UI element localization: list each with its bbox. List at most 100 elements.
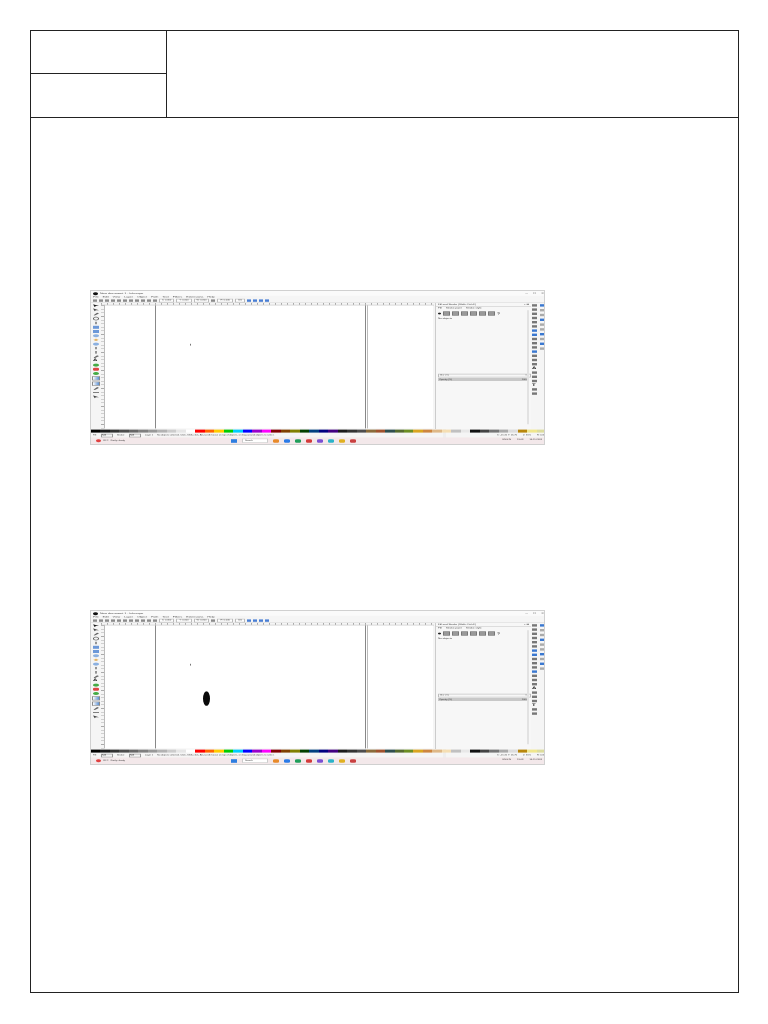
palette-swatch[interactable] [233, 429, 243, 433]
palette-swatch[interactable] [204, 429, 215, 433]
palette-swatch[interactable] [460, 429, 471, 433]
palette-swatch[interactable] [432, 749, 442, 753]
palette-swatch[interactable] [271, 749, 281, 753]
text-icon[interactable]: T [532, 703, 537, 707]
rotation-field[interactable]: R: 0.00° [537, 754, 544, 756]
palette-swatch[interactable] [185, 429, 196, 433]
snap-nodes-icon[interactable] [539, 638, 544, 641]
palette-swatch[interactable] [441, 749, 452, 753]
taskbar-app-icon[interactable] [295, 438, 301, 443]
move-patterns-icon[interactable] [265, 299, 270, 302]
palette-swatch[interactable] [128, 749, 139, 753]
ungroup-icon[interactable] [532, 375, 537, 378]
palette-swatch[interactable] [109, 429, 120, 433]
pattern-icon[interactable] [479, 631, 486, 636]
palette-swatch[interactable] [517, 749, 528, 753]
spiral-tool-icon[interactable] [93, 342, 99, 346]
new-document-icon[interactable] [532, 304, 537, 307]
paint-bucket-tool-icon[interactable] [93, 372, 99, 375]
linear-gradient-icon[interactable] [452, 631, 459, 636]
new-document-icon[interactable] [532, 624, 537, 627]
height-field[interactable]: H: 0.000 [217, 618, 233, 623]
paste-icon[interactable] [532, 346, 537, 349]
opacity-field[interactable]: Opacity (%) 100.0 [438, 378, 529, 381]
lower-to-bottom-icon[interactable] [153, 299, 157, 302]
snap-bbox-icon[interactable] [539, 629, 544, 632]
rotate-ccw-icon[interactable] [111, 299, 115, 302]
palette-swatch[interactable] [147, 749, 158, 753]
opacity-field[interactable]: Opacity (%) 100.0 [438, 698, 529, 701]
palette-swatch[interactable] [271, 429, 281, 433]
unit-select[interactable]: mm [234, 298, 246, 303]
snap-edges-icon[interactable] [539, 633, 544, 637]
3d-box-tool-icon[interactable] [93, 650, 99, 653]
lpe-tool-icon[interactable] [93, 715, 99, 719]
palette-swatch[interactable] [422, 429, 433, 433]
drawing-canvas[interactable] [105, 305, 446, 443]
taskbar-app-icon[interactable] [284, 438, 290, 443]
y-field[interactable]: Y: 0.000 [176, 298, 192, 303]
snap-toggle-icon[interactable] [539, 624, 544, 627]
pencil-tool-icon[interactable] [95, 346, 97, 350]
eraser-tool-icon[interactable] [93, 367, 99, 371]
palette-swatch[interactable] [261, 749, 272, 753]
dock-scrollbar[interactable] [527, 630, 529, 745]
palette-swatch[interactable] [432, 429, 442, 433]
tweak-tool-icon[interactable] [93, 632, 99, 636]
zoom-drawing-icon[interactable] [532, 354, 537, 357]
rotate-ccw-icon[interactable] [111, 619, 115, 622]
palette-swatch[interactable] [242, 749, 253, 753]
palette-swatch[interactable] [299, 749, 310, 753]
palette-swatch[interactable] [252, 749, 262, 753]
palette-swatch[interactable] [498, 429, 509, 433]
palette-swatch[interactable] [403, 749, 414, 753]
taskbar-app-icon[interactable] [317, 758, 323, 763]
palette-swatch[interactable] [527, 429, 537, 433]
palette-swatch[interactable] [460, 749, 471, 753]
maximize-button[interactable]: □ [533, 292, 536, 296]
import-icon[interactable] [532, 321, 537, 324]
zoom-tool-icon[interactable] [93, 316, 99, 321]
palette-swatch[interactable] [375, 429, 386, 433]
layer-selector[interactable]: Layer 1 [145, 434, 153, 436]
spray-tool-icon[interactable] [93, 683, 99, 687]
palette-swatch[interactable] [413, 749, 423, 753]
palette-swatch[interactable] [290, 429, 300, 433]
flip-horizontal-icon[interactable] [123, 299, 127, 302]
palette-swatch[interactable] [385, 749, 395, 753]
scale-radii-icon[interactable] [253, 299, 258, 302]
node-tool-icon[interactable] [93, 308, 99, 312]
select-all-layers-icon[interactable] [99, 299, 103, 302]
palette-swatch[interactable] [157, 749, 167, 753]
layers-icon[interactable] [532, 708, 537, 711]
save-icon[interactable] [532, 312, 537, 315]
text-icon[interactable]: T [532, 383, 537, 387]
palette-swatch[interactable] [356, 429, 367, 433]
palette-swatch[interactable] [498, 749, 509, 753]
palette-swatch[interactable] [100, 749, 110, 753]
y-field[interactable]: Y: 0.000 [176, 618, 192, 623]
palette-swatch[interactable] [242, 429, 253, 433]
selector-tool-icon[interactable] [93, 624, 99, 628]
dock-close-button[interactable]: × ⊞ [524, 303, 529, 306]
palette-swatch[interactable] [441, 429, 452, 433]
rotate-cw-icon[interactable] [117, 619, 121, 622]
palette-swatch[interactable] [489, 749, 499, 753]
star-tool-icon[interactable] [93, 658, 99, 662]
import-icon[interactable] [532, 641, 537, 644]
snap-grid-icon[interactable] [539, 662, 544, 665]
windows-start-icon[interactable] [231, 438, 237, 443]
redo-icon[interactable] [532, 653, 537, 656]
palette-swatch[interactable] [479, 429, 490, 433]
snap-intersections-icon[interactable] [539, 328, 544, 331]
cut-icon[interactable] [532, 662, 537, 665]
rotate-cw-icon[interactable] [117, 299, 121, 302]
tab-stroke-paint[interactable]: Stroke paint [446, 627, 462, 630]
palette-swatch[interactable] [309, 749, 319, 753]
no-paint-icon[interactable] [438, 632, 441, 635]
move-gradients-icon[interactable] [259, 299, 264, 302]
deselect-icon[interactable] [105, 619, 109, 622]
snap-page-icon[interactable] [539, 657, 544, 661]
fill-stroke-icon[interactable] [532, 699, 537, 703]
dropper-tool-icon[interactable] [93, 387, 99, 390]
